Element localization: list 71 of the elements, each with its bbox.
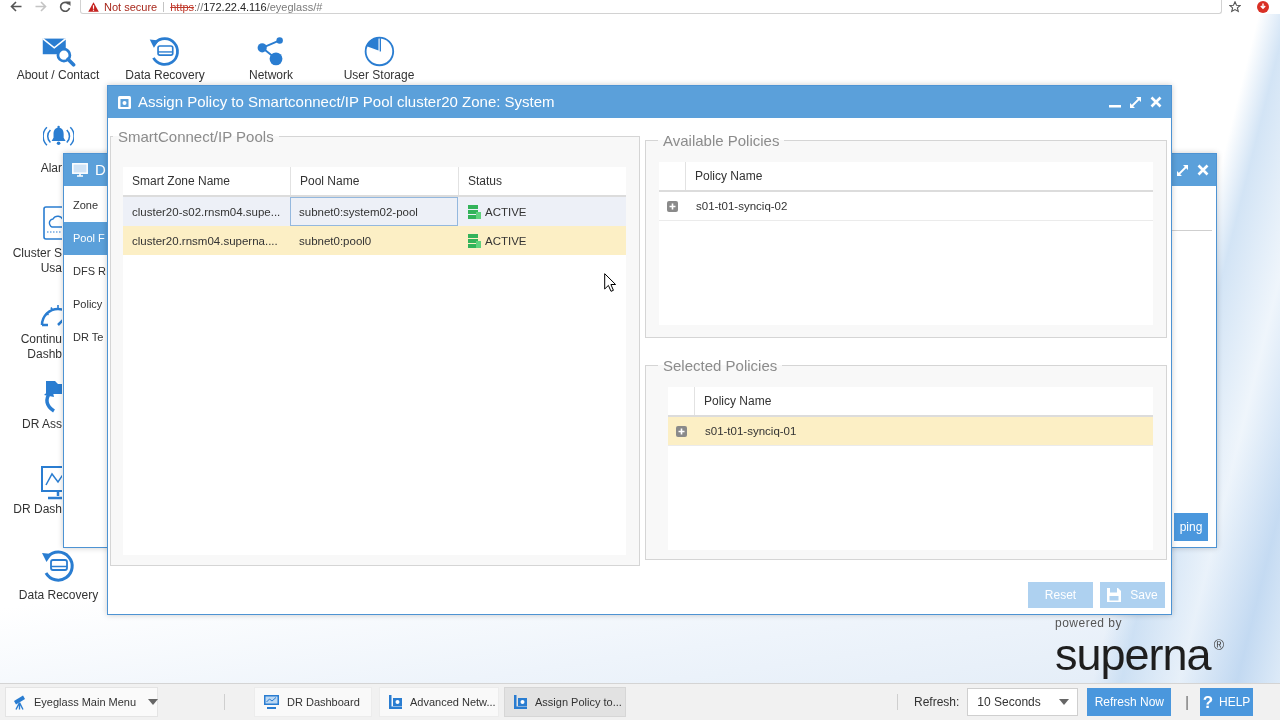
expand-plus-icon[interactable] <box>667 200 678 212</box>
launcher-label[interactable]: Network <box>249 68 293 84</box>
refresh-interval-select[interactable]: 10 Seconds <box>967 688 1079 716</box>
window-icon <box>389 695 402 709</box>
mouse-pointer-icon <box>604 273 616 292</box>
nav-item[interactable]: DR Te <box>64 321 107 354</box>
close-icon[interactable] <box>1197 164 1209 176</box>
expand-plus-icon[interactable] <box>676 425 687 437</box>
taskbar-button[interactable]: DR Dashboard <box>254 687 372 717</box>
window-title: Assign Policy to Smartconnect/IP Pool cluster20 Zone: System <box>138 93 555 111</box>
logo-wordmark: superna$^{®}$ <box>1055 630 1223 680</box>
launcher-label[interactable]: Continu Dashb <box>20 332 62 362</box>
window-icon <box>514 695 527 709</box>
maximize-icon[interactable] <box>1129 95 1142 109</box>
taskbar-button[interactable]: Assign Policy to... <box>504 687 626 717</box>
caret-icon <box>1059 699 1070 705</box>
save-icon <box>1107 588 1122 602</box>
table-cell-text: subnet0:pool0 <box>298 233 373 249</box>
window-icon <box>118 95 131 109</box>
panel-title: Selected Policies <box>662 357 779 374</box>
server-stack-icon <box>468 204 481 219</box>
launcher-label[interactable]: Data Recovery <box>18 588 99 603</box>
logo-tagline: powered by <box>1055 617 1123 630</box>
table-cell-text: cluster20-s02.rnsm04.supe... <box>131 204 282 220</box>
column-header[interactable]: Pool Name <box>290 167 458 195</box>
url-text: https://172.22.4.116/eyeglass/# <box>170 0 323 13</box>
column-header[interactable]: Smart Zone Name <box>123 167 290 195</box>
column-header[interactable]: Status <box>458 167 626 195</box>
launcher-label[interactable]: About / Contact <box>16 68 100 84</box>
nav-item[interactable]: Zone <box>64 189 107 222</box>
launcher-label[interactable]: User Storage <box>343 68 415 84</box>
column-header[interactable]: Policy Name <box>686 162 1153 190</box>
refresh-label: Refresh: <box>914 695 960 709</box>
table-row[interactable]: cluster20.rnsm04.superna.... subnet0:pool0 ACTIVE <box>123 226 626 255</box>
table-cell-text: s01-t01-synciq-01 <box>704 424 798 439</box>
security-label: Not secure <box>104 0 158 13</box>
monitor-chart-icon <box>264 695 279 709</box>
table-row[interactable]: cluster20-s02.rnsm04.supe... subnet0:system02-pool ACTIVE <box>123 197 626 226</box>
launcher-label[interactable]: Alar <box>40 161 62 177</box>
monitor-icon <box>72 163 88 177</box>
panel-title: SmartConnect/IP Pools <box>117 128 275 145</box>
close-icon[interactable] <box>1150 96 1162 108</box>
status-text: ACTIVE <box>485 205 527 218</box>
warning-icon <box>88 1 99 12</box>
taskbar-button[interactable]: Advanced Netw... <box>379 687 499 717</box>
nav-item[interactable]: DFS R <box>64 255 107 288</box>
column-header[interactable]: Policy Name <box>695 387 1153 415</box>
nav-item[interactable]: Policy <box>64 288 107 321</box>
maximize-icon[interactable] <box>1176 163 1189 177</box>
launcher-label[interactable]: DR Ass <box>22 417 62 432</box>
table-cell: subnet0:system02-pool <box>290 197 458 226</box>
star-icon[interactable] <box>1229 1 1241 13</box>
launcher-label[interactable]: DR Dash <box>13 502 62 517</box>
separator-text: | <box>1185 694 1189 710</box>
launcher-label[interactable]: Cluster S Usa <box>12 246 62 276</box>
server-stack-icon <box>468 233 481 248</box>
table-cell-text: s01-t01-synciq-02 <box>695 199 789 214</box>
panel-title: Available Policies <box>662 132 781 149</box>
address-bar[interactable]: Not secure https://172.22.4.116/eyeglass/# <box>80 0 1222 14</box>
status-text: ACTIVE <box>485 234 527 247</box>
window-title: D <box>95 161 106 179</box>
table-row[interactable]: s01-t01-synciq-01 <box>668 417 1153 446</box>
notification-icon[interactable] <box>1257 1 1269 13</box>
table-cell-text: cluster20.rnsm04.superna.... <box>131 233 279 249</box>
launcher-label[interactable]: Data Recovery <box>125 68 205 84</box>
back-icon[interactable] <box>10 1 22 12</box>
telescope-icon <box>13 694 26 710</box>
main-menu-button[interactable]: Eyeglass Main Menu <box>5 687 158 717</box>
caret-icon <box>148 699 159 705</box>
reload-icon[interactable] <box>59 1 71 12</box>
line-chart-monitor-icon[interactable] <box>38 465 62 501</box>
